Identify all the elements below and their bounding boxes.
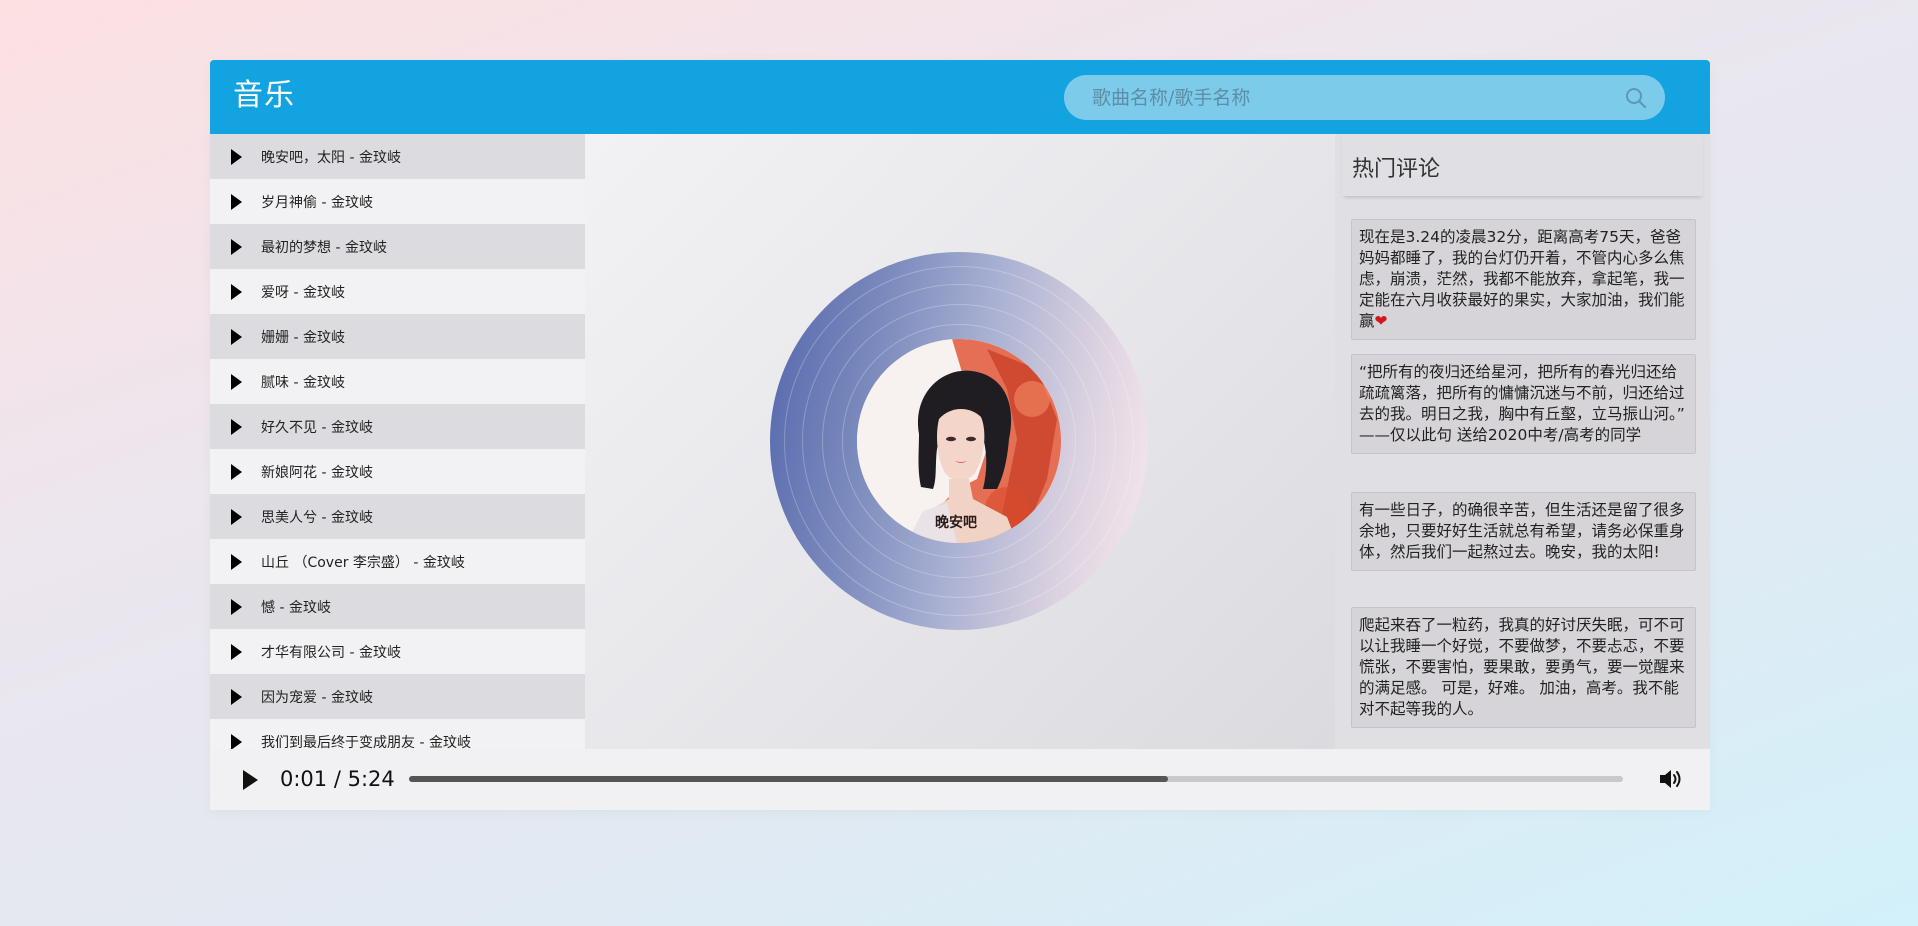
album-stage: 晚安吧 <box>585 134 1335 749</box>
song-item[interactable]: 爱呀 - 金玟岐 <box>210 269 585 314</box>
song-title: 思美人兮 - 金玟岐 <box>261 509 373 526</box>
comment-card: 爬起来吞了一粒药，我真的好讨厌失眠，可不可以让我睡一个好觉，不要做梦，不要忐忑，… <box>1351 607 1696 728</box>
play-triangle-icon[interactable] <box>231 238 242 255</box>
song-item[interactable]: 山丘 （Cover 李宗盛） - 金玟岐 <box>210 539 585 584</box>
comment-text: “把所有的夜归还给星河，把所有的春光归还给疏疏篱落，把所有的慵慵沉迷与不前，归还… <box>1359 363 1685 444</box>
play-triangle-icon[interactable] <box>231 598 242 615</box>
comments-title: 热门评论 <box>1352 157 1441 182</box>
song-item[interactable]: 晚安吧，太阳 - 金玟岐 <box>210 134 585 179</box>
song-item[interactable]: 腻味 - 金玟岐 <box>210 359 585 404</box>
song-title: 姗姗 - 金玟岐 <box>261 329 345 346</box>
song-item[interactable]: 才华有限公司 - 金玟岐 <box>210 629 585 674</box>
song-title: 好久不见 - 金玟岐 <box>261 419 373 436</box>
progress-fill <box>409 776 1168 782</box>
song-title: 憾 - 金玟岐 <box>261 599 331 616</box>
comment-card: 有一些日子，的确很辛苦，但生活还是留了很多余地，只要好好生活就总有希望，请务必保… <box>1351 492 1696 571</box>
svg-text:晚安吧: 晚安吧 <box>935 514 977 531</box>
song-title: 才华有限公司 - 金玟岐 <box>261 644 401 661</box>
search-icon[interactable] <box>1624 86 1648 110</box>
comments-panel: 热门评论 现在是3.24的凌晨32分，距离高考75天，爸爸妈妈都睡了，我的台灯仍… <box>1335 134 1710 749</box>
song-item[interactable]: 因为宠爱 - 金玟岐 <box>210 674 585 719</box>
song-item[interactable]: 思美人兮 - 金玟岐 <box>210 494 585 539</box>
current-time: 0:01 <box>280 767 328 791</box>
vinyl-record: 晚安吧 <box>770 252 1148 630</box>
header-bar: 音乐 <box>210 60 1710 134</box>
song-title: 晚安吧，太阳 - 金玟岐 <box>261 149 401 166</box>
volume-icon[interactable] <box>1658 767 1684 791</box>
comment-card: “把所有的夜归还给星河，把所有的春光归还给疏疏篱落，把所有的慵慵沉迷与不前，归还… <box>1351 354 1696 454</box>
search-box[interactable] <box>1064 75 1665 120</box>
song-title: 最初的梦想 - 金玟岐 <box>261 239 387 256</box>
comment-card: 现在是3.24的凌晨32分，距离高考75天，爸爸妈妈都睡了，我的台灯仍开着，不管… <box>1351 219 1696 340</box>
time-separator: / <box>327 767 348 791</box>
song-item[interactable]: 我们到最后终于变成朋友 - 金玟岐 <box>210 719 585 749</box>
song-title: 岁月神偷 - 金玟岐 <box>261 194 373 211</box>
song-item[interactable]: 憾 - 金玟岐 <box>210 584 585 629</box>
app-title: 音乐 <box>233 78 295 113</box>
comments-header: 热门评论 <box>1342 134 1703 196</box>
play-triangle-icon[interactable] <box>231 508 242 525</box>
play-triangle-icon[interactable] <box>231 643 242 660</box>
play-triangle-icon[interactable] <box>231 553 242 570</box>
search-input[interactable] <box>1092 75 1612 120</box>
song-item[interactable]: 姗姗 - 金玟岐 <box>210 314 585 359</box>
play-triangle-icon[interactable] <box>231 148 242 165</box>
song-title: 因为宠爱 - 金玟岐 <box>261 689 373 706</box>
song-title: 山丘 （Cover 李宗盛） - 金玟岐 <box>261 554 465 571</box>
music-app: 音乐 晚安吧，太阳 - 金玟岐岁月神偷 - 金玟岐最初的梦想 - 金玟岐爱呀 -… <box>210 60 1710 810</box>
comment-text: 现在是3.24的凌晨32分，距离高考75天，爸爸妈妈都睡了，我的台灯仍开着，不管… <box>1359 228 1685 330</box>
song-item[interactable]: 最初的梦想 - 金玟岐 <box>210 224 585 269</box>
play-triangle-icon[interactable] <box>231 193 242 210</box>
play-triangle-icon[interactable] <box>231 733 242 749</box>
song-title: 爱呀 - 金玟岐 <box>261 284 345 301</box>
play-triangle-icon[interactable] <box>231 283 242 300</box>
time-display: 0:01 / 5:24 <box>280 766 395 792</box>
song-title: 新娘阿花 - 金玟岐 <box>261 464 373 481</box>
song-title: 腻味 - 金玟岐 <box>261 374 345 391</box>
album-cover-art: 晚安吧 <box>857 339 1061 543</box>
song-list: 晚安吧，太阳 - 金玟岐 岁月神偷 - 金玟岐 最初的梦想 - 金玟岐 爱呀 - 金玟… <box>210 134 585 749</box>
song-title: 我们到最后终于变成朋友 - 金玟岐 <box>261 734 471 750</box>
play-triangle-icon[interactable] <box>231 688 242 705</box>
play-triangle-icon[interactable] <box>231 373 242 390</box>
play-triangle-icon[interactable] <box>231 328 242 345</box>
album-cover: 晚安吧 <box>857 339 1061 543</box>
song-item[interactable]: 岁月神偷 - 金玟岐 <box>210 179 585 224</box>
song-item[interactable]: 好久不见 - 金玟岐 <box>210 404 585 449</box>
play-icon[interactable] <box>243 770 258 790</box>
play-triangle-icon[interactable] <box>231 418 242 435</box>
comment-text: 有一些日子，的确很辛苦，但生活还是留了很多余地，只要好好生活就总有希望，请务必保… <box>1359 501 1685 561</box>
heart-icon: ❤ <box>1374 312 1388 330</box>
play-triangle-icon[interactable] <box>231 463 242 480</box>
duration: 5:24 <box>347 767 395 791</box>
song-item[interactable]: 新娘阿花 - 金玟岐 <box>210 449 585 494</box>
comment-text: 爬起来吞了一粒药，我真的好讨厌失眠，可不可以让我睡一个好觉，不要做梦，不要忐忑，… <box>1359 616 1685 718</box>
audio-player: 0:01 / 5:24 <box>210 749 1710 810</box>
progress-bar[interactable] <box>409 776 1623 782</box>
